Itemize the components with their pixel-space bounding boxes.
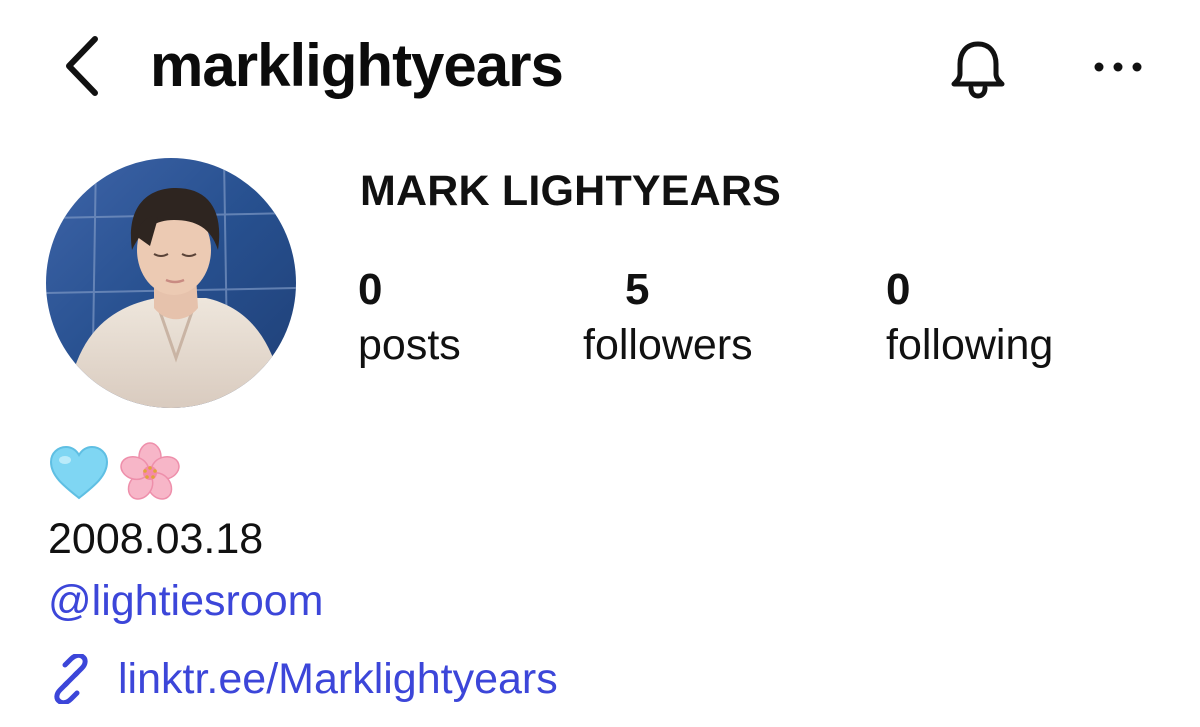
avatar[interactable]	[46, 158, 296, 408]
light-blue-heart-icon	[49, 445, 109, 500]
followers-label: followers	[583, 321, 753, 369]
following-label: following	[886, 321, 1054, 369]
followers-count: 5	[625, 265, 650, 314]
posts-count: 0	[358, 265, 383, 314]
bio-emoji-line	[48, 440, 182, 506]
bio-link-text: linktr.ee/Marklightyears	[118, 655, 558, 703]
posts-label: posts	[358, 321, 461, 369]
posts-stat[interactable]: 0 posts	[358, 262, 461, 372]
bio-date: 2008.03.18	[48, 515, 264, 563]
link-icon	[54, 654, 88, 704]
bell-icon	[951, 41, 1005, 99]
cherry-blossom-icon	[120, 442, 180, 500]
more-options-button[interactable]	[1088, 42, 1148, 92]
following-count: 0	[886, 265, 911, 314]
notifications-button[interactable]	[945, 36, 1011, 102]
profile-username: marklightyears	[150, 32, 564, 99]
followers-stat[interactable]: 5 followers	[583, 262, 753, 372]
profile-photo	[46, 158, 296, 408]
more-horizontal-icon	[1094, 62, 1142, 72]
back-button[interactable]	[56, 34, 106, 98]
bio-external-link[interactable]: linktr.ee/Marklightyears	[46, 650, 558, 708]
profile-header: marklightyears	[0, 0, 1200, 140]
bio-mention-link[interactable]: @lightiesroom	[48, 574, 323, 628]
following-stat[interactable]: 0 following	[886, 262, 1053, 372]
chevron-left-icon	[66, 36, 98, 96]
display-name: MARK LIGHTYEARS	[360, 167, 782, 215]
